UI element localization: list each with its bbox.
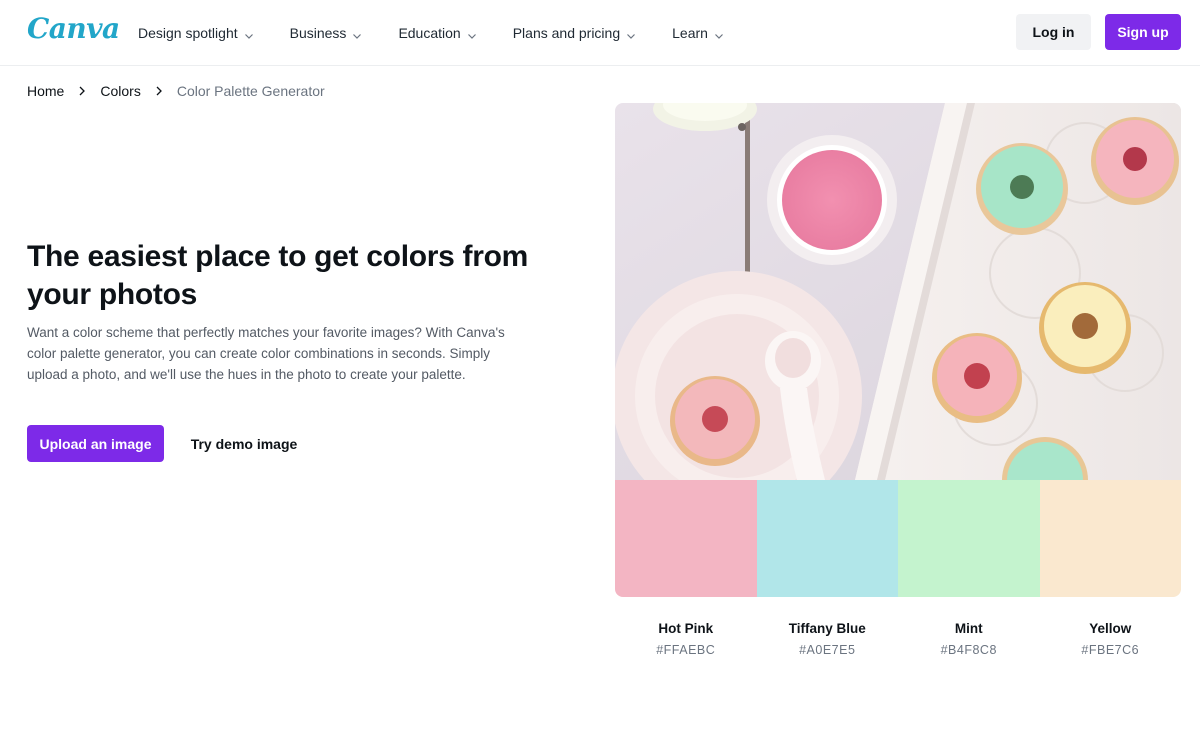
- color-hex: #B4F8C8: [940, 643, 997, 657]
- chevron-down-icon: [244, 28, 254, 39]
- color-hex: #A0E7E5: [799, 643, 856, 657]
- color-name: Yellow: [1089, 621, 1132, 636]
- palette-label-hot-pink: Hot Pink #FFAEBC: [615, 620, 757, 658]
- swatch-hot-pink[interactable]: [615, 480, 757, 597]
- color-name: Tiffany Blue: [788, 621, 866, 636]
- color-name: Mint: [954, 621, 983, 636]
- nav-label: Plans and pricing: [512, 25, 621, 41]
- nav-education[interactable]: Education: [398, 22, 476, 44]
- palette-swatches: [615, 480, 1181, 597]
- top-navigation-bar: Canva Design spotlight Business Educatio…: [0, 0, 1200, 66]
- nav-learn[interactable]: Learn: [672, 22, 724, 44]
- palette-label-tiffany-blue: Tiffany Blue #A0E7E5: [757, 620, 899, 658]
- swatch-tiffany-blue[interactable]: [756, 480, 898, 597]
- chevron-down-icon: [467, 28, 477, 39]
- login-button[interactable]: Log in: [1016, 14, 1091, 50]
- breadcrumb-colors[interactable]: Colors: [100, 83, 140, 99]
- chevron-down-icon: [626, 28, 636, 39]
- nav-business[interactable]: Business: [290, 22, 363, 44]
- main-nav: Design spotlight Business Education Plan…: [138, 22, 760, 44]
- breadcrumb-home[interactable]: Home: [27, 83, 64, 99]
- page-description: Want a color scheme that perfectly match…: [27, 325, 505, 382]
- try-demo-image-button[interactable]: Try demo image: [184, 425, 304, 462]
- palette-label-yellow: Yellow #FBE7C6: [1040, 620, 1182, 658]
- color-hex: #FFAEBC: [656, 643, 716, 657]
- page-title: The easiest place to get colors from you…: [27, 240, 529, 311]
- canva-logo[interactable]: Canva: [27, 12, 120, 45]
- breadcrumb-current-page: Color Palette Generator: [176, 83, 325, 99]
- upload-image-button[interactable]: Upload an image: [27, 425, 164, 462]
- nav-label: Education: [398, 25, 461, 41]
- nav-label: Design spotlight: [138, 25, 238, 41]
- swatch-mint[interactable]: [898, 480, 1040, 597]
- palette-preview-card: [615, 103, 1181, 597]
- signup-button[interactable]: Sign up: [1105, 14, 1181, 50]
- demo-photo-donuts: [615, 103, 1181, 480]
- nav-plans-and-pricing[interactable]: Plans and pricing: [513, 22, 636, 44]
- chevron-down-icon: [714, 28, 724, 39]
- color-hex: #FBE7C6: [1081, 643, 1140, 657]
- palette-labels: Hot Pink #FFAEBC Tiffany Blue #A0E7E5 Mi…: [615, 620, 1181, 658]
- nav-label: Learn: [672, 25, 708, 41]
- nav-design-spotlight[interactable]: Design spotlight: [138, 22, 254, 44]
- palette-label-mint: Mint #B4F8C8: [898, 620, 1040, 658]
- chevron-right-icon: [72, 82, 92, 100]
- breadcrumb: Home Colors Color Palette Generator: [27, 82, 325, 100]
- chevron-right-icon: [149, 82, 169, 100]
- swatch-yellow[interactable]: [1039, 480, 1181, 597]
- chevron-down-icon: [352, 28, 362, 39]
- color-name: Hot Pink: [658, 621, 714, 636]
- nav-label: Business: [289, 25, 347, 41]
